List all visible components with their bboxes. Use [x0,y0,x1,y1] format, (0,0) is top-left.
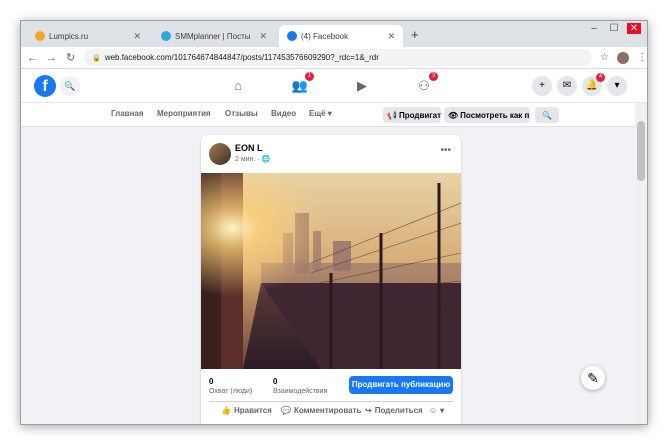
back-icon[interactable]: ← [25,52,40,64]
tab-title: SMMplanner | Посты [175,31,251,41]
friends-icon[interactable]: 👥 1 [289,72,314,97]
like-button[interactable]: 👍 Нравится [221,406,272,415]
lock-icon: 🔒 [92,54,101,62]
comment-icon: 💬 [281,406,291,415]
url-text: web.facebook.com/101764674844847/posts/1… [104,53,379,62]
promote-post-button[interactable]: Продвигать публикацию [349,376,453,394]
lumpics-favicon-icon [35,31,45,41]
home-icon[interactable]: ⌂ [227,75,249,97]
more-options-icon[interactable]: ••• [440,145,451,156]
new-tab-button[interactable]: + [411,27,419,42]
view-as-label: Посмотреть как п... [460,110,530,120]
tab-title: Lumpics.ru [49,31,89,41]
notifications-badge: 4 [596,73,605,82]
tab-strip: Lumpics.ru ✕ SMMplanner | Посты ✕ (4) Fa… [21,21,647,47]
chevron-down-icon: ▾ [440,406,445,415]
comment-label: Комментировать [293,406,362,415]
messenger-icon[interactable]: ✉ [557,76,577,96]
reach-value: 0 [209,377,214,386]
comment-button[interactable]: 💬 Комментировать [281,406,361,415]
tab-facebook[interactable]: (4) Facebook ✕ [279,25,403,47]
reach-label: Охват (люди) [209,388,253,395]
address-bar[interactable]: 🔒 web.facebook.com/101764674844847/posts… [84,49,593,66]
post-timestamp[interactable]: 2 мин. · 🌐 [235,155,270,163]
tab-smmplanner[interactable]: SMMplanner | Посты ✕ [153,25,275,47]
close-window-icon[interactable]: ✕ [627,23,641,34]
page-navigation: Главная Мероприятия Отзывы Видео Ещё ▾ 📢… [21,103,647,127]
post-author[interactable]: EON L [235,143,263,153]
emoji-icon: ☺ [429,406,438,415]
engagement-value: 0 [273,377,278,386]
share-icon: ↪ [365,406,372,415]
profile-avatar[interactable] [616,51,629,64]
page-search-icon[interactable]: 🔍 [535,107,559,123]
facebook-favicon-icon [287,31,297,41]
nav-reviews[interactable]: Отзывы [225,109,258,118]
new-message-button[interactable]: ✎ [581,366,605,390]
create-icon[interactable]: + [532,76,552,96]
engagement-label: Взаимодействия [273,388,328,395]
close-icon[interactable]: ✕ [133,31,141,42]
eye-icon: 👁 [448,110,459,120]
divider [209,401,453,402]
share-label: Поделиться [374,406,423,415]
promote-label: Продвигать [398,110,441,120]
tab-lumpics[interactable]: Lumpics.ru ✕ [27,25,149,47]
megaphone-icon: 📢 [387,110,397,120]
menu-dots-icon[interactable]: ⋮ [637,52,647,63]
tab-title: (4) Facebook [301,31,349,41]
globe-icon: 🌐 [261,156,271,163]
promote-button[interactable]: 📢 Продвигать [383,107,441,123]
browser-window: Lumpics.ru ✕ SMMplanner | Посты ✕ (4) Fa… [20,20,648,425]
thumbs-up-icon: 👍 [221,406,231,415]
close-icon[interactable]: ✕ [259,31,267,42]
forward-icon[interactable]: → [44,52,59,64]
telegram-favicon-icon [161,31,171,41]
facebook-header: f 🔍 ⌂ 👥 1 ▶ ⚇ 3 + ✉ 🔔 4 ▾ [21,69,647,103]
notifications-icon[interactable]: 🔔 4 [582,73,605,96]
groups-icon[interactable]: ⚇ 3 [413,72,438,97]
watch-icon[interactable]: ▶ [351,75,373,97]
post-photo[interactable] [201,173,461,369]
reload-icon[interactable]: ↻ [63,51,78,64]
audience-selector[interactable]: ☺ ▾ [429,406,444,415]
nav-home[interactable]: Главная [111,109,144,118]
account-menu-icon[interactable]: ▾ [607,76,627,96]
nav-events[interactable]: Мероприятия [157,109,211,118]
friends-badge: 1 [305,72,314,81]
maximize-icon[interactable]: ☐ [607,23,621,34]
browser-toolbar: ← → ↻ 🔒 web.facebook.com/101764674844847… [21,47,647,69]
window-controls: – ☐ ✕ [587,23,641,34]
share-button[interactable]: ↪ Поделиться [365,406,423,415]
bookmark-star-icon[interactable]: ☆ [600,52,609,63]
minimize-icon[interactable]: – [587,23,601,34]
search-icon[interactable]: 🔍 [60,76,80,96]
author-avatar[interactable] [209,143,231,165]
nav-videos[interactable]: Видео [271,109,296,118]
nav-more[interactable]: Ещё ▾ [309,109,332,118]
view-as-button[interactable]: 👁 Посмотреть как п... [444,107,530,123]
like-label: Нравится [233,406,272,415]
scrollbar[interactable] [635,103,647,424]
facebook-logo-icon[interactable]: f [34,75,56,97]
feed-area: EON L 2 мин. · 🌐 ••• 0 Охват (люди) 0 Вз… [21,127,637,424]
close-icon[interactable]: ✕ [387,31,395,42]
post-card: EON L 2 мин. · 🌐 ••• 0 Охват (люди) 0 Вз… [201,135,461,424]
scrollbar-thumb[interactable] [637,121,645,181]
groups-badge: 3 [429,72,438,81]
